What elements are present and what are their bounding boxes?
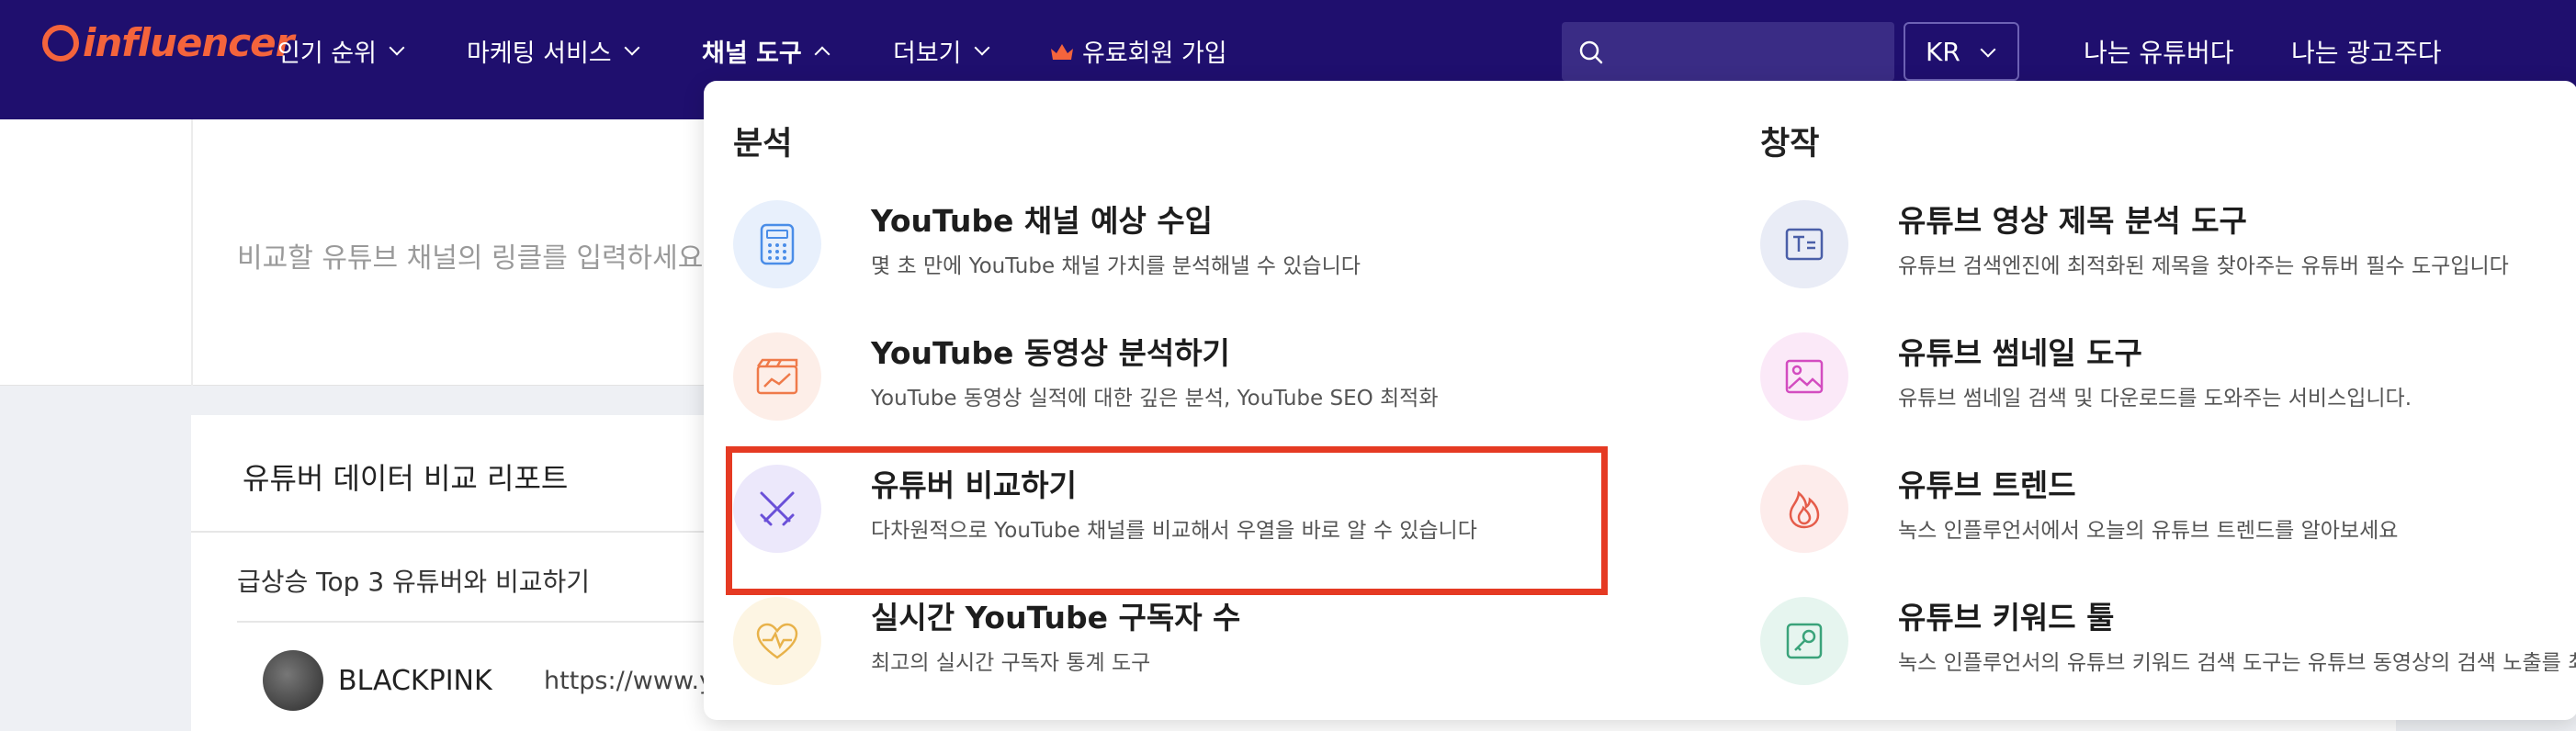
nav-label: 채널 도구	[702, 39, 802, 68]
nav-marketing-services[interactable]: 마케팅 서비스	[467, 33, 640, 69]
chevron-down-icon	[974, 39, 990, 55]
avatar[interactable]	[263, 650, 323, 711]
chevron-down-icon	[624, 39, 640, 55]
menu-item-keyword-tool[interactable]: 유튜브 키워드 툴 녹스 인플루언서의 유튜브 키워드 검색 도구는 유튜브 동…	[1751, 588, 2576, 689]
menu-item-channel-revenue[interactable]: YouTube 채널 예상 수입 몇 초 만에 YouTube 채널 가치를 분…	[724, 191, 1551, 292]
menu-item-desc: 유튜브 썸네일 검색 및 다운로드를 도와주는 서비스입니다.	[1898, 387, 2412, 410]
menu-item-desc: 최고의 실시간 구독자 통계 도구	[871, 651, 1151, 675]
menu-item-desc: 녹스 인플루언서에서 오늘의 유튜브 트렌드를 알아보세요	[1898, 519, 2399, 543]
channel-name[interactable]: BLACKPINK	[338, 665, 492, 697]
menu-item-desc: 몇 초 만에 YouTube 채널 가치를 분석해낼 수 있습니다	[871, 254, 1361, 278]
chevron-down-icon	[389, 39, 405, 55]
menu-item-title: 유튜브 영상 제목 분석 도구	[1898, 203, 2247, 239]
report-subtitle: 급상승 Top 3 유튜버와 비교하기	[237, 567, 591, 597]
nav-label: 더보기	[893, 39, 962, 68]
video-chart-icon	[733, 332, 821, 421]
hero-divider	[191, 119, 193, 386]
crossed-swords-icon	[733, 465, 821, 553]
heart-pulse-icon	[733, 597, 821, 685]
logo-text: influencer	[83, 20, 294, 65]
key-icon	[1760, 597, 1848, 685]
flame-icon	[1760, 465, 1848, 553]
menu-item-title: 유튜브 썸네일 도구	[1898, 335, 2142, 371]
menu-item-title: YouTube 채널 예상 수입	[871, 203, 1214, 239]
menu-item-title-analysis[interactable]: 유튜브 영상 제목 분석 도구 유튜브 검색엔진에 최적화된 제목을 찾아주는 …	[1751, 191, 2576, 292]
menu-item-thumbnail-tool[interactable]: 유튜브 썸네일 도구 유튜브 썸네일 검색 및 다운로드를 도와주는 서비스입니…	[1751, 323, 2576, 424]
language-select[interactable]: KR	[1904, 22, 2019, 81]
nav-label: 인기 순위	[277, 39, 377, 68]
language-value: KR	[1926, 37, 1960, 67]
channel-tools-dropdown: 분석 YouTube 채널 예상 수입 몇 초 만에 YouTube 채널 가치…	[704, 81, 2576, 720]
menu-item-compare-youtubers[interactable]: 유튜버 비교하기 다차원적으로 YouTube 채널를 비교해서 우열을 바로 …	[724, 455, 1551, 557]
menu-item-video-analysis[interactable]: YouTube 동영상 분석하기 YouTube 동영상 실적에 대한 깊은 분…	[724, 323, 1551, 424]
menu-item-trends[interactable]: 유튜브 트렌드 녹스 인플루언서에서 오늘의 유튜브 트렌드를 알아보세요	[1751, 455, 2576, 557]
menu-item-title: 실시간 YouTube 구독자 수	[871, 600, 1241, 635]
menu-item-title: 유튜버 비교하기	[871, 467, 1078, 503]
menu-item-title: YouTube 동영상 분석하기	[871, 335, 1230, 371]
title-text-icon	[1760, 200, 1848, 288]
nav-premium-signup[interactable]: 유료회원 가입	[1049, 33, 1227, 69]
menu-item-desc: YouTube 동영상 실적에 대한 깊은 분석, YouTube SEO 최적…	[871, 387, 1439, 410]
nav-more[interactable]: 더보기	[893, 33, 990, 69]
nav-label: 마케팅 서비스	[467, 39, 612, 68]
chevron-up-icon	[814, 46, 830, 62]
creation-section-title: 창작	[1760, 126, 1820, 163]
image-icon	[1760, 332, 1848, 421]
nav-channel-tools[interactable]: 채널 도구	[702, 33, 830, 69]
crown-icon	[1051, 43, 1073, 60]
channel-url[interactable]: https://www.yo	[544, 667, 729, 695]
menu-item-desc: 녹스 인플루언서의 유튜브 키워드 검색 도구는 유튜브 동영상의 검색 노출를…	[1898, 651, 2576, 675]
nav-label: 유료회원 가입	[1082, 39, 1227, 68]
calculator-icon	[733, 200, 821, 288]
report-title: 유튜버 데이터 비교 리포트	[243, 461, 569, 496]
menu-item-title: 유튜브 키워드 툴	[1898, 600, 2115, 635]
logo-mark-icon	[42, 24, 79, 62]
menu-item-desc: 유튜브 검색엔진에 최적화된 제목을 찾아주는 유튜버 필수 도구입니다	[1898, 254, 2509, 278]
logo[interactable]: influencer	[42, 20, 294, 65]
youtuber-link[interactable]: 나는 유튜버다	[2084, 33, 2233, 70]
menu-item-title: 유튜브 트렌드	[1898, 467, 2076, 503]
advertiser-link[interactable]: 나는 광고주다	[2291, 33, 2441, 70]
menu-item-desc: 다차원적으로 YouTube 채널를 비교해서 우열을 바로 알 수 있습니다	[871, 519, 1477, 543]
search-input[interactable]	[1562, 22, 1894, 81]
channel-link-input[interactable]: 비교할 유튜브 채널의 링클를 입력하세요	[237, 235, 703, 276]
nav-popular-ranking[interactable]: 인기 순위	[277, 33, 405, 69]
analysis-section-title: 분석	[733, 126, 793, 163]
menu-item-realtime-subscribers[interactable]: 실시간 YouTube 구독자 수 최고의 실시간 구독자 통계 도구	[724, 588, 1551, 689]
search-icon	[1579, 40, 1603, 64]
chevron-down-icon	[1980, 41, 1996, 58]
